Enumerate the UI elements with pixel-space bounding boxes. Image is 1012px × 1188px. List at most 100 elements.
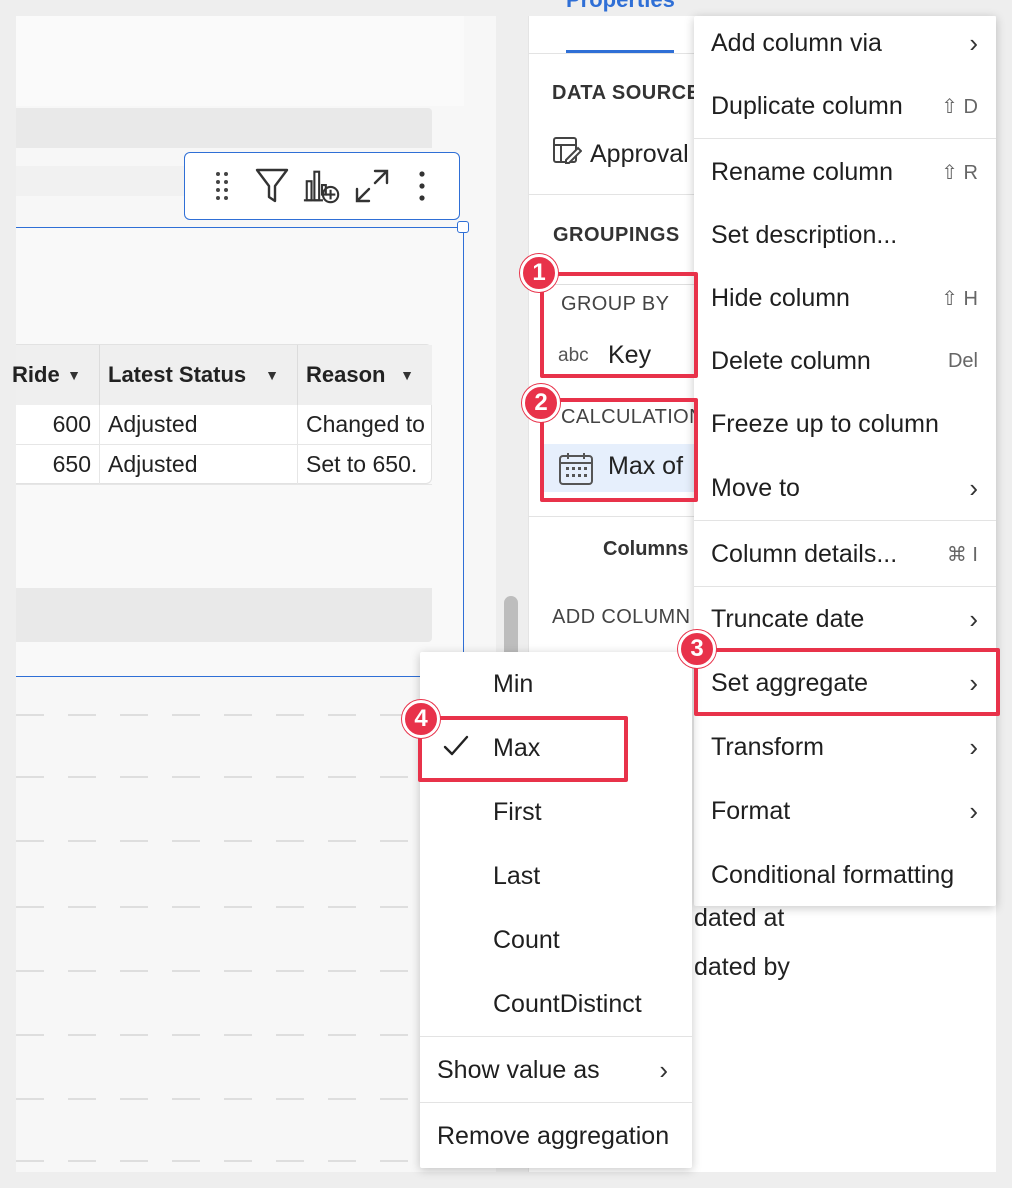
- menu-item-column-details[interactable]: Column details... ⌘ I: [694, 524, 996, 584]
- menu-separator: [694, 138, 996, 139]
- menu-separator: [420, 1102, 692, 1103]
- table-cell[interactable]: Adjusted: [100, 405, 298, 445]
- menu-item-label: Freeze up to column: [711, 409, 939, 438]
- menu-item-label: Conditional formatting: [711, 860, 955, 889]
- menu-item-move-to[interactable]: Move to ›: [694, 458, 996, 518]
- annotation-badge: 1: [520, 254, 558, 292]
- table-cell[interactable]: Set to 650.: [298, 445, 432, 485]
- column-header[interactable]: Latest Status ▼: [100, 345, 298, 405]
- shortcut-label: ⇧ H: [941, 287, 978, 310]
- menu-item-duplicate-column[interactable]: Duplicate column ⇧ D: [694, 76, 996, 136]
- menu-item-delete-column[interactable]: Delete column Del: [694, 331, 996, 391]
- caret-down-icon[interactable]: ▼: [67, 367, 81, 383]
- annotation-highlight-max: [418, 716, 628, 782]
- menu-item-set-description[interactable]: Set description...: [694, 205, 996, 265]
- menu-item-label: Duplicate column: [711, 91, 903, 120]
- table-cell[interactable]: Adjusted: [100, 445, 298, 485]
- menu-item-label: Transform: [711, 732, 824, 761]
- data-source-item[interactable]: Approval: [552, 136, 692, 173]
- menu-item-freeze-up-to-column[interactable]: Freeze up to column: [694, 394, 996, 454]
- table-edit-icon: [552, 136, 583, 173]
- submenu-item-min[interactable]: Min: [420, 654, 692, 714]
- add-column-label[interactable]: ADD COLUMN: [552, 606, 690, 629]
- more-icon[interactable]: [402, 166, 442, 206]
- menu-item-add-column-via[interactable]: Add column via ›: [694, 13, 996, 73]
- element-toolbar: [184, 152, 460, 220]
- grid-line: [16, 1098, 416, 1100]
- expand-icon[interactable]: [352, 166, 392, 206]
- grid-line: [16, 714, 416, 716]
- annotation-highlight-set-aggregate: [694, 648, 1000, 716]
- data-source-name: Approval: [590, 140, 689, 168]
- menu-item-conditional-formatting[interactable]: Conditional formatting: [694, 845, 996, 905]
- submenu-item-label: Min: [493, 669, 534, 698]
- menu-separator: [420, 1036, 692, 1037]
- annotation-highlight-group-by: [540, 272, 698, 378]
- submenu-item-label: Show value as: [437, 1055, 600, 1084]
- chevron-right-icon: ›: [969, 795, 978, 826]
- menu-item-label: Move to: [711, 473, 800, 502]
- menu-separator: [694, 586, 996, 587]
- drag-handle-icon[interactable]: [202, 166, 242, 206]
- menu-item-transform[interactable]: Transform ›: [694, 717, 996, 777]
- column-header-label: Reason: [306, 362, 386, 387]
- submenu-item-show-value-as[interactable]: Show value as ›: [420, 1040, 692, 1100]
- table-cell[interactable]: 600: [16, 405, 100, 445]
- chevron-right-icon: ›: [969, 472, 978, 503]
- submenu-item-last[interactable]: Last: [420, 846, 692, 906]
- column-header[interactable]: Reason ▼: [298, 345, 432, 405]
- caret-down-icon[interactable]: ▼: [265, 367, 279, 383]
- divider: [528, 53, 694, 54]
- annotation-highlight-calculation: [540, 398, 698, 502]
- menu-item-label: Rename column: [711, 157, 894, 186]
- menu-item-label: Set description...: [711, 220, 898, 249]
- menu-separator: [694, 520, 996, 521]
- grid-line: [16, 776, 416, 778]
- annotation-badge: 3: [678, 630, 716, 668]
- groupings-heading: GROUPINGS: [553, 224, 680, 246]
- divider: [528, 516, 694, 517]
- column-list-item[interactable]: dated by: [694, 953, 790, 982]
- menu-item-hide-column[interactable]: Hide column ⇧ H: [694, 268, 996, 328]
- submenu-item-label: CountDistinct: [493, 989, 642, 1018]
- submenu-item-remove-aggregation[interactable]: Remove aggregation: [420, 1106, 692, 1166]
- menu-item-truncate-date[interactable]: Truncate date ›: [694, 589, 996, 649]
- submenu-item-countdistinct[interactable]: CountDistinct: [420, 974, 692, 1034]
- grid-line: [16, 1160, 416, 1162]
- shortcut-label: ⌘ I: [946, 543, 978, 566]
- chevron-right-icon: ›: [659, 1054, 668, 1085]
- submenu-item-first[interactable]: First: [420, 782, 692, 842]
- menu-item-label: Add column via: [711, 28, 882, 57]
- chevron-right-icon: ›: [969, 731, 978, 762]
- column-list-item[interactable]: dated at: [694, 904, 784, 933]
- caret-down-icon[interactable]: ▼: [400, 367, 414, 383]
- menu-item-label: Delete column: [711, 346, 871, 375]
- filter-icon[interactable]: [252, 166, 292, 206]
- menu-item-rename-column[interactable]: Rename column ⇧ R: [694, 142, 996, 202]
- tab-properties[interactable]: Properties: [566, 0, 675, 26]
- chevron-right-icon: ›: [969, 603, 978, 634]
- submenu-item-label: Last: [493, 861, 541, 890]
- menu-item-format[interactable]: Format ›: [694, 781, 996, 841]
- columns-label[interactable]: Columns: [603, 538, 689, 561]
- grid-line: [16, 1034, 416, 1036]
- table-cell[interactable]: Changed to: [298, 405, 432, 445]
- menu-item-label: Hide column: [711, 283, 850, 312]
- chevron-right-icon: ›: [969, 27, 978, 58]
- submenu-item-label: Remove aggregation: [437, 1121, 670, 1150]
- add-chart-icon[interactable]: [302, 166, 342, 206]
- shortcut-label: Del: [947, 349, 978, 372]
- element-header-placeholder: [16, 108, 432, 148]
- submenu-item-label: Count: [493, 925, 560, 954]
- data-source-heading: DATA SOURCE: [552, 82, 701, 104]
- grid-line: [16, 840, 416, 842]
- submenu-item-label: First: [493, 797, 542, 826]
- menu-item-label: Column details...: [711, 539, 898, 568]
- submenu-item-count[interactable]: Count: [420, 910, 692, 970]
- column-header[interactable]: Ride ▼: [12, 345, 100, 405]
- canvas-background: [16, 16, 464, 106]
- tab-properties-label: Properties: [566, 0, 675, 12]
- data-table: Ride ▼ Latest Status ▼ Reason ▼ 600 Adju…: [12, 344, 432, 485]
- resize-handle[interactable]: [457, 221, 469, 233]
- table-cell[interactable]: 650: [16, 445, 100, 485]
